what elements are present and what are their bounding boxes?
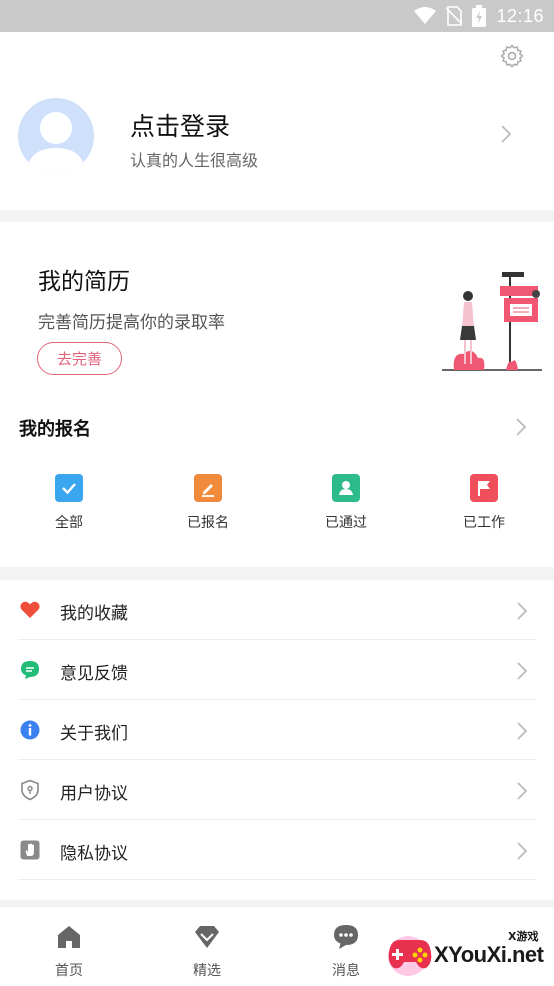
chat-bubble-icon [21,661,39,679]
profile-card[interactable]: 点击登录 认真的人生很高级 [0,32,554,210]
chevron-right-icon [517,782,528,800]
tab-home-label: 首页 [55,963,83,979]
resume-subtitle: 完善简历提高你的录取率 [38,313,225,333]
watermark-logo: X游戏 XYouXi.net [382,926,552,982]
gear-icon[interactable] [500,44,524,68]
gamepad-logo-icon [388,936,432,976]
no-sim-icon [446,6,463,26]
signup-all[interactable]: 全部 [19,474,119,534]
login-title[interactable]: 点击登录 [130,107,230,143]
info-icon [20,720,40,740]
home-icon [58,926,80,948]
tab-featured[interactable]: 精选 [167,923,247,980]
hand-icon [20,840,40,860]
heart-icon [20,601,40,618]
signup-title[interactable]: 我的报名 [19,415,91,441]
check-icon [55,474,83,502]
signup-passed-label: 已通过 [325,515,367,531]
menu-item-user-agreement[interactable]: 用户协议 [0,760,554,820]
chevron-right-icon [517,722,528,740]
status-time: 12:16 [496,5,544,26]
signup-status-grid: 全部 已报名 已通过 已工作 [0,474,554,534]
chevron-right-icon[interactable] [515,417,527,437]
signup-working-label: 已工作 [463,515,505,531]
menu-item-about[interactable]: 关于我们 [0,700,554,760]
menu-label-favorites: 我的收藏 [60,604,128,624]
chevron-right-icon[interactable] [500,124,512,144]
chevron-right-icon [517,602,528,620]
tab-featured-label: 精选 [193,963,221,979]
chevron-right-icon [517,662,528,680]
menu-label-about: 关于我们 [60,724,128,744]
menu-label-user-agreement: 用户协议 [60,784,128,804]
resume-illustration [442,272,542,371]
menu-label-feedback: 意见反馈 [60,664,128,684]
complete-resume-button[interactable]: 去完善 [37,342,122,375]
signup-registered[interactable]: 已报名 [158,474,258,534]
shield-icon [21,779,39,801]
status-bar: 12:16 [0,0,554,32]
menu-list: 我的收藏 意见反馈 关于我们 用户协议 隐私协议 [0,580,554,900]
diamond-icon [195,926,219,948]
pencil-icon [194,474,222,502]
signup-passed[interactable]: 已通过 [296,474,396,534]
tab-home[interactable]: 首页 [29,923,109,980]
resume-title: 我的简历 [38,269,130,295]
resume-signup-card: 我的简历 完善简历提高你的录取率 去完善 我的报名 全部 已报名 已通过 已工作 [0,222,554,567]
menu-item-feedback[interactable]: 意见反馈 [0,640,554,700]
signup-registered-label: 已报名 [187,515,229,531]
battery-icon [472,5,487,27]
flag-icon [470,474,498,502]
avatar-icon [26,112,86,174]
tab-messages[interactable]: 消息 [306,923,386,980]
login-subtitle: 认真的人生很高级 [130,151,259,170]
user-card-icon [332,474,360,502]
menu-item-favorites[interactable]: 我的收藏 [0,580,554,640]
menu-item-privacy[interactable]: 隐私协议 [0,820,554,880]
signup-working[interactable]: 已工作 [434,474,534,534]
chevron-right-icon [517,842,528,860]
avatar[interactable] [18,98,94,174]
signup-all-label: 全部 [55,515,83,531]
message-icon [334,925,358,949]
status-icons: 12:16 [414,4,544,28]
tab-messages-label: 消息 [332,963,360,979]
divider [18,879,536,880]
watermark-brand: XYouXi.net [434,942,544,967]
wifi-icon [414,7,437,24]
menu-label-privacy: 隐私协议 [60,844,128,864]
